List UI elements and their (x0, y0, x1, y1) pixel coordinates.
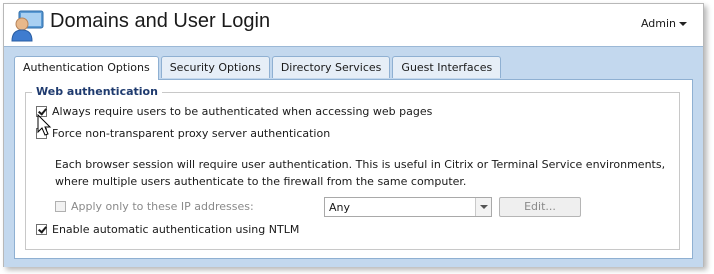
chevron-down-icon (679, 21, 687, 26)
group-legend: Web authentication (32, 85, 162, 98)
mouse-cursor-icon (37, 114, 52, 136)
force-proxy-row: Force non-transparent proxy server authe… (36, 127, 330, 140)
window: Domains and User Login Admin Authenticat… (3, 3, 704, 267)
content-area: Authentication Options Security Options … (4, 46, 703, 267)
apply-only-checkbox[interactable] (55, 201, 66, 212)
force-proxy-label[interactable]: Force non-transparent proxy server authe… (52, 127, 330, 140)
dropdown-button[interactable] (475, 198, 491, 216)
tab-security-options[interactable]: Security Options (160, 56, 270, 78)
ip-address-select-value: Any (329, 201, 351, 214)
header: Domains and User Login Admin (4, 4, 703, 46)
user-menu-label: Admin (640, 17, 676, 30)
apply-only-label[interactable]: Apply only to these IP addresses: (71, 200, 254, 213)
page-title: Domains and User Login (50, 10, 271, 32)
apply-only-row: Apply only to these IP addresses: (55, 200, 254, 213)
ip-address-select[interactable]: Any (324, 197, 492, 217)
force-proxy-description: Each browser session will require user a… (55, 158, 666, 188)
ntlm-checkbox[interactable] (36, 224, 47, 235)
user-menu[interactable]: Admin (641, 17, 687, 30)
chevron-down-icon (480, 205, 488, 209)
edit-button[interactable]: Edit... (499, 197, 581, 217)
tab-authentication-options[interactable]: Authentication Options (14, 56, 159, 80)
tab-guest-interfaces[interactable]: Guest Interfaces (392, 56, 502, 78)
always-require-row: Always require users to be authenticated… (36, 105, 432, 118)
ntlm-label[interactable]: Enable automatic authentication using NT… (52, 223, 299, 236)
web-authentication-group: Web authentication Always require users … (25, 85, 680, 250)
ntlm-row: Enable automatic authentication using NT… (36, 223, 299, 236)
tab-directory-services[interactable]: Directory Services (271, 56, 391, 78)
users-login-icon (11, 10, 44, 42)
always-require-label[interactable]: Always require users to be authenticated… (52, 105, 432, 118)
tab-panel: Web authentication Always require users … (14, 79, 693, 259)
tab-bar: Authentication Options Security Options … (14, 56, 503, 80)
